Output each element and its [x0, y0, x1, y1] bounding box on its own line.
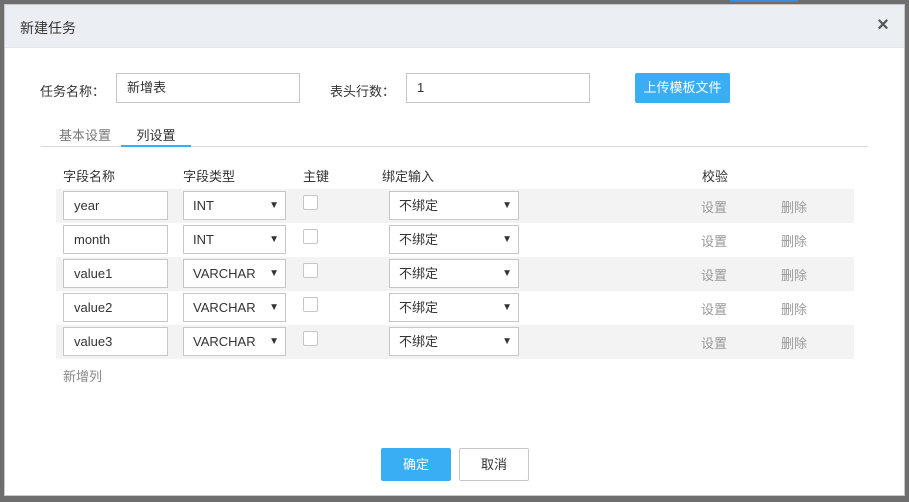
task-name-input[interactable]: 新增表	[116, 73, 300, 103]
bind-input-value: 不绑定	[399, 300, 439, 315]
delete-row-link[interactable]: 删除	[781, 197, 807, 216]
new-task-dialog: 新建任务 × 任务名称： 新增表 表头行数： 1 上传模板文件 基本设置 列设置…	[4, 4, 905, 496]
chevron-down-icon: ▼	[502, 234, 512, 245]
table-row: month INT ▼ 不绑定 ▼ 设置 删除	[56, 223, 854, 257]
field-type-select[interactable]: INT ▼	[183, 225, 286, 254]
backdrop-accent-bar	[730, 0, 798, 2]
chevron-down-icon: ▼	[269, 336, 279, 347]
chevron-down-icon: ▼	[269, 268, 279, 279]
field-type-value: INT	[193, 232, 214, 247]
field-type-select[interactable]: INT ▼	[183, 191, 286, 220]
bind-input-value: 不绑定	[399, 232, 439, 247]
field-type-value: VARCHAR	[193, 334, 256, 349]
primary-key-checkbox[interactable]	[303, 263, 318, 278]
dialog-header: 新建任务 ×	[5, 5, 904, 48]
delete-row-link[interactable]: 删除	[781, 265, 807, 284]
validation-settings-link[interactable]: 设置	[701, 265, 727, 284]
header-field-type: 字段类型	[183, 169, 236, 184]
field-type-select[interactable]: VARCHAR ▼	[183, 293, 286, 322]
field-name-input[interactable]: month	[63, 225, 168, 254]
table-row: year INT ▼ 不绑定 ▼ 设置 删除	[56, 189, 854, 223]
validation-settings-link[interactable]: 设置	[701, 299, 727, 318]
bind-input-select[interactable]: 不绑定 ▼	[389, 191, 519, 220]
primary-key-checkbox[interactable]	[303, 297, 318, 312]
header-rows-label: 表头行数：	[330, 84, 396, 99]
bind-input-select[interactable]: 不绑定 ▼	[389, 293, 519, 322]
add-column-link[interactable]: 新增列	[63, 366, 102, 385]
delete-row-link[interactable]: 删除	[781, 333, 807, 352]
bind-input-value: 不绑定	[399, 266, 439, 281]
bind-input-select[interactable]: 不绑定 ▼	[389, 259, 519, 288]
cancel-button[interactable]: 取消	[459, 448, 529, 481]
field-type-select[interactable]: VARCHAR ▼	[183, 327, 286, 356]
field-type-value: VARCHAR	[193, 266, 256, 281]
field-name-input[interactable]: value1	[63, 259, 168, 288]
chevron-down-icon: ▼	[269, 302, 279, 313]
confirm-button[interactable]: 确定	[381, 448, 451, 481]
chevron-down-icon: ▼	[502, 200, 512, 211]
primary-key-checkbox[interactable]	[303, 331, 318, 346]
validation-settings-link[interactable]: 设置	[701, 333, 727, 352]
chevron-down-icon: ▼	[502, 302, 512, 313]
header-bind-input: 绑定输入	[382, 169, 435, 184]
close-icon[interactable]: ×	[872, 14, 894, 36]
field-type-select[interactable]: VARCHAR ▼	[183, 259, 286, 288]
header-field-name: 字段名称	[63, 169, 116, 184]
header-primary-key: 主键	[303, 169, 330, 184]
bind-input-select[interactable]: 不绑定 ▼	[389, 327, 519, 356]
primary-key-checkbox[interactable]	[303, 195, 318, 210]
field-type-value: VARCHAR	[193, 300, 256, 315]
field-name-input[interactable]: year	[63, 191, 168, 220]
task-name-label: 任务名称：	[40, 84, 106, 99]
validation-settings-link[interactable]: 设置	[701, 197, 727, 216]
field-name-input[interactable]: value3	[63, 327, 168, 356]
header-validation: 校验	[702, 169, 729, 184]
field-name-input[interactable]: value2	[63, 293, 168, 322]
delete-row-link[interactable]: 删除	[781, 231, 807, 250]
task-form-row: 任务名称： 新增表 表头行数： 1 上传模板文件	[5, 73, 904, 103]
tab-basic-settings[interactable]: 基本设置	[55, 125, 115, 147]
upload-template-button[interactable]: 上传模板文件	[635, 73, 730, 103]
tab-column-settings[interactable]: 列设置	[121, 125, 191, 147]
table-row: value3 VARCHAR ▼ 不绑定 ▼ 设置 删除	[56, 325, 854, 359]
chevron-down-icon: ▼	[502, 336, 512, 347]
header-rows-input[interactable]: 1	[406, 73, 590, 103]
field-type-value: INT	[193, 198, 214, 213]
primary-key-checkbox[interactable]	[303, 229, 318, 244]
dialog-title: 新建任务	[20, 20, 76, 36]
bind-input-value: 不绑定	[399, 198, 439, 213]
tab-bar: 基本设置 列设置	[41, 122, 868, 147]
chevron-down-icon: ▼	[502, 268, 512, 279]
validation-settings-link[interactable]: 设置	[701, 231, 727, 250]
chevron-down-icon: ▼	[269, 200, 279, 211]
chevron-down-icon: ▼	[269, 234, 279, 245]
table-header: 字段名称 字段类型 主键 绑定输入 校验	[56, 165, 854, 190]
table-row: value1 VARCHAR ▼ 不绑定 ▼ 设置 删除	[56, 257, 854, 291]
bind-input-select[interactable]: 不绑定 ▼	[389, 225, 519, 254]
delete-row-link[interactable]: 删除	[781, 299, 807, 318]
bind-input-value: 不绑定	[399, 334, 439, 349]
table-row: value2 VARCHAR ▼ 不绑定 ▼ 设置 删除	[56, 291, 854, 325]
